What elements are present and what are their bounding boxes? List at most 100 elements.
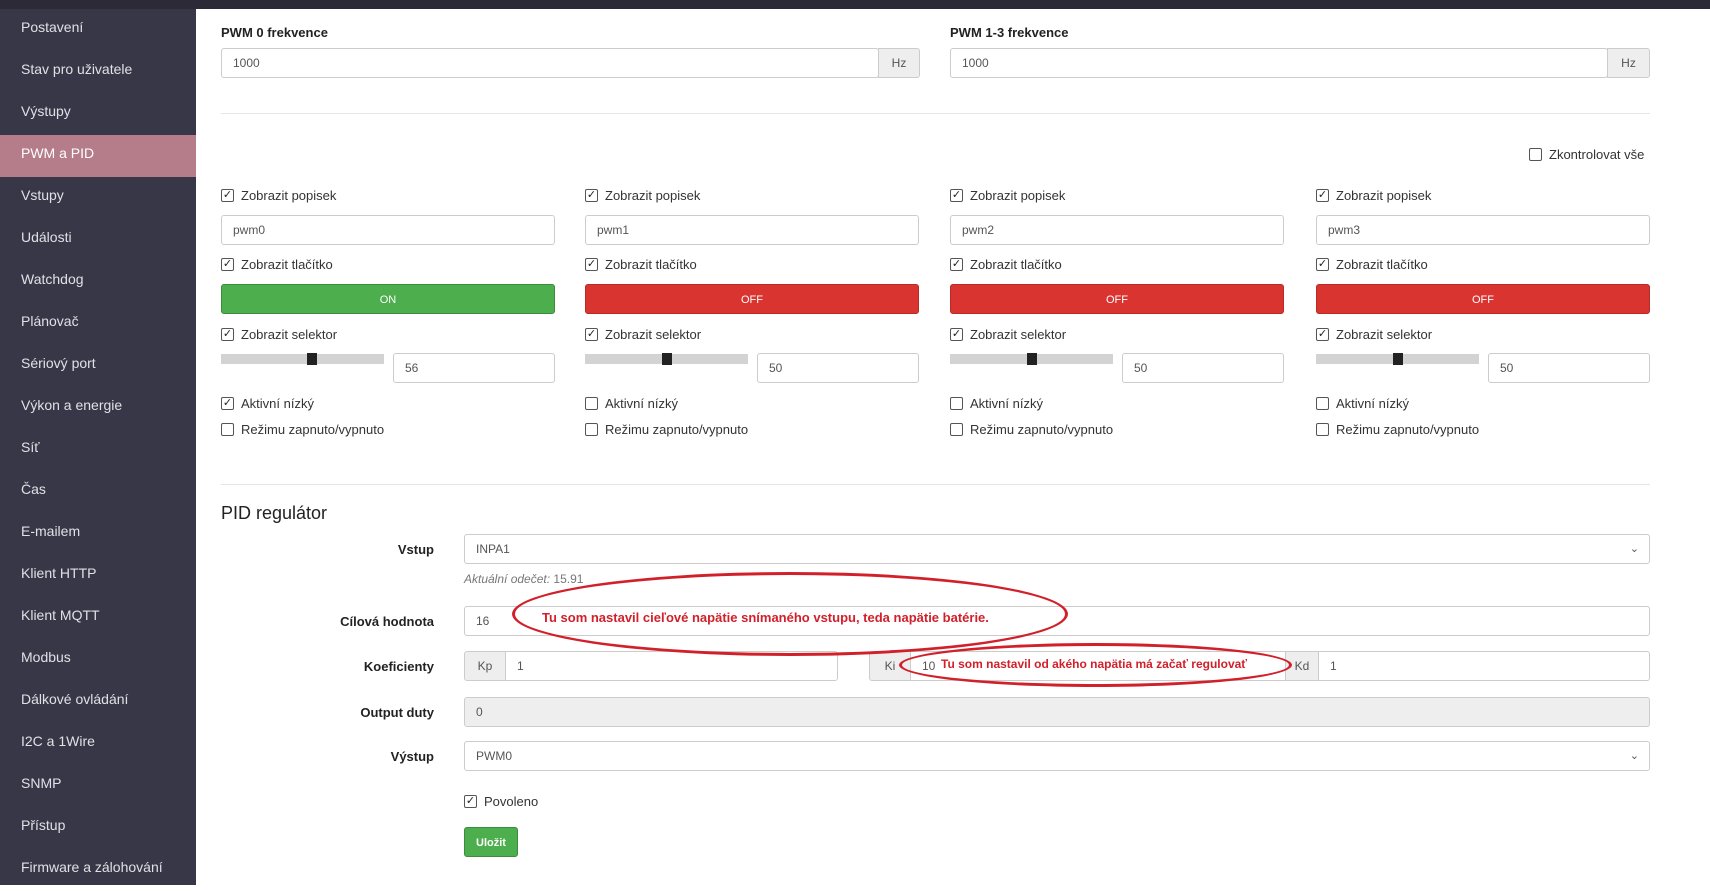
channel-value-input[interactable]: 56 xyxy=(393,353,555,383)
show-button-checkbox[interactable]: ✓ Zobrazit tlačítko xyxy=(585,257,697,272)
checkbox-icon xyxy=(585,397,598,410)
show-label-checkbox[interactable]: ✓ Zobrazit popisek xyxy=(221,188,336,203)
duty-output: 0 xyxy=(464,697,1650,727)
pwm13-freq-label: PWM 1-3 frekvence xyxy=(950,25,1069,40)
channel-name-input[interactable]: pwm3 xyxy=(1316,215,1650,245)
show-selector-checkbox[interactable]: ✓ Zobrazit selektor xyxy=(1316,327,1432,342)
annotation-text: Tu som nastavil cieľové napätie snímanéh… xyxy=(542,610,989,625)
show-selector-checkbox[interactable]: ✓ Zobrazit selektor xyxy=(585,327,701,342)
channel-name-input[interactable]: pwm0 xyxy=(221,215,555,245)
show-selector-checkbox[interactable]: ✓ Zobrazit selektor xyxy=(221,327,337,342)
pid-input-select[interactable]: INPA1 ⌄ xyxy=(464,534,1650,564)
onoff-mode-checkbox[interactable]: Režimu zapnuto/vypnuto xyxy=(1316,422,1479,437)
check-all-checkbox[interactable]: Zkontrolovat vše xyxy=(1529,147,1644,162)
channel-slider[interactable] xyxy=(950,353,1113,365)
onoff-mode-checkbox[interactable]: Režimu zapnuto/vypnuto xyxy=(585,422,748,437)
channel-slider[interactable] xyxy=(585,353,748,365)
channel-name-input[interactable]: pwm2 xyxy=(950,215,1284,245)
output-label: Výstup xyxy=(390,749,434,764)
slider-thumb[interactable] xyxy=(1392,353,1403,365)
divider xyxy=(221,113,1650,114)
show-label-checkbox[interactable]: ✓ Zobrazit popisek xyxy=(950,188,1065,203)
sidebar-item[interactable]: Výkon a energie xyxy=(0,387,196,429)
slider-thumb[interactable] xyxy=(661,353,672,365)
show-button-checkbox-label: Zobrazit tlačítko xyxy=(605,257,697,272)
pid-output-select[interactable]: PWM0 ⌄ xyxy=(464,741,1650,771)
sidebar-item[interactable]: Vstupy xyxy=(0,177,196,219)
kd-input[interactable]: 1 xyxy=(1318,651,1650,681)
sidebar-item[interactable]: Dálkové ovládání xyxy=(0,681,196,723)
onoff-mode-checkbox-label: Režimu zapnuto/vypnuto xyxy=(605,422,749,437)
checkbox-icon xyxy=(950,423,963,436)
active-low-checkbox-label: Aktivní nízký xyxy=(605,396,678,411)
enabled-label: Povoleno xyxy=(484,794,539,809)
sidebar-item[interactable]: Čas xyxy=(0,471,196,513)
channel-value-input[interactable]: 50 xyxy=(757,353,919,383)
checkbox-icon: ✓ xyxy=(1316,258,1329,271)
checkbox-icon: ✓ xyxy=(221,189,234,202)
active-low-checkbox[interactable]: ✓ Aktivní nízký xyxy=(221,396,314,411)
active-low-checkbox[interactable]: Aktivní nízký xyxy=(950,396,1043,411)
sidebar-item[interactable]: SNMP xyxy=(0,765,196,807)
show-button-checkbox[interactable]: ✓ Zobrazit tlačítko xyxy=(950,257,1062,272)
duty-label: Output duty xyxy=(360,705,434,720)
sidebar-item[interactable]: Klient HTTP xyxy=(0,555,196,597)
show-label-checkbox-label: Zobrazit popisek xyxy=(1336,188,1432,203)
onoff-mode-checkbox-label: Režimu zapnuto/vypnuto xyxy=(241,422,385,437)
sidebar-item[interactable]: E-mailem xyxy=(0,513,196,555)
enabled-checkbox[interactable]: ✓ Povoleno xyxy=(464,794,538,809)
channel-name-input[interactable]: pwm1 xyxy=(585,215,919,245)
show-label-checkbox[interactable]: ✓ Zobrazit popisek xyxy=(1316,188,1431,203)
sidebar-item[interactable]: I2C a 1Wire xyxy=(0,723,196,765)
sidebar-item[interactable]: Události xyxy=(0,219,196,261)
sidebar-item[interactable]: Stav pro uživatele xyxy=(0,51,196,93)
onoff-mode-checkbox[interactable]: Režimu zapnuto/vypnuto xyxy=(950,422,1113,437)
sidebar-item[interactable]: Modbus xyxy=(0,639,196,681)
channel-value-input[interactable]: 50 xyxy=(1122,353,1284,383)
sidebar-item[interactable]: Plánovač xyxy=(0,303,196,345)
sidebar-item[interactable]: Postavení xyxy=(0,9,196,51)
active-low-checkbox[interactable]: Aktivní nízký xyxy=(585,396,678,411)
channel-toggle-button[interactable]: ON xyxy=(221,284,555,314)
chevron-down-icon: ⌄ xyxy=(1629,750,1639,762)
show-selector-checkbox[interactable]: ✓ Zobrazit selektor xyxy=(950,327,1066,342)
pwm0-freq-label: PWM 0 frekvence xyxy=(221,25,328,40)
sidebar-item[interactable]: Watchdog xyxy=(0,261,196,303)
checkbox-icon: ✓ xyxy=(221,328,234,341)
divider xyxy=(221,484,1650,485)
pid-input-value: INPA1 xyxy=(476,542,510,556)
save-button[interactable]: Uložit xyxy=(464,827,518,857)
pwm13-freq-input[interactable]: 1000 xyxy=(950,48,1608,78)
pwm13-freq-unit: Hz xyxy=(1607,48,1650,78)
channel-toggle-button[interactable]: OFF xyxy=(585,284,919,314)
active-low-checkbox[interactable]: Aktivní nízký xyxy=(1316,396,1409,411)
pwm0-freq-input[interactable]: 1000 xyxy=(221,48,879,78)
slider-thumb[interactable] xyxy=(1026,353,1037,365)
show-button-checkbox[interactable]: ✓ Zobrazit tlačítko xyxy=(221,257,333,272)
onoff-mode-checkbox-label: Režimu zapnuto/vypnuto xyxy=(970,422,1114,437)
sidebar-item[interactable]: Sériový port xyxy=(0,345,196,387)
channel-slider[interactable] xyxy=(221,353,384,365)
show-label-checkbox[interactable]: ✓ Zobrazit popisek xyxy=(585,188,700,203)
sidebar-item[interactable]: Přístup xyxy=(0,807,196,849)
sidebar-item[interactable]: Výstupy xyxy=(0,93,196,135)
sidebar-item[interactable]: PWM a PID xyxy=(0,135,196,177)
checkbox-icon: ✓ xyxy=(950,328,963,341)
sidebar-item[interactable]: Síť xyxy=(0,429,196,471)
active-low-checkbox-label: Aktivní nízký xyxy=(241,396,314,411)
sidebar-item[interactable]: Klient MQTT xyxy=(0,597,196,639)
show-button-checkbox[interactable]: ✓ Zobrazit tlačítko xyxy=(1316,257,1428,272)
checkbox-icon: ✓ xyxy=(950,189,963,202)
channel-toggle-button[interactable]: OFF xyxy=(950,284,1284,314)
show-selector-checkbox-label: Zobrazit selektor xyxy=(1336,327,1433,342)
pwm0-freq-unit: Hz xyxy=(878,48,920,78)
target-label: Cílová hodnota xyxy=(340,614,434,629)
slider-thumb[interactable] xyxy=(307,353,318,365)
onoff-mode-checkbox[interactable]: Režimu zapnuto/vypnuto xyxy=(221,422,384,437)
show-label-checkbox-label: Zobrazit popisek xyxy=(241,188,337,203)
channel-slider[interactable] xyxy=(1316,353,1479,365)
checkbox-icon: ✓ xyxy=(1316,189,1329,202)
channel-value-input[interactable]: 50 xyxy=(1488,353,1650,383)
channel-toggle-button[interactable]: OFF xyxy=(1316,284,1650,314)
onoff-mode-checkbox-label: Režimu zapnuto/vypnuto xyxy=(1336,422,1480,437)
